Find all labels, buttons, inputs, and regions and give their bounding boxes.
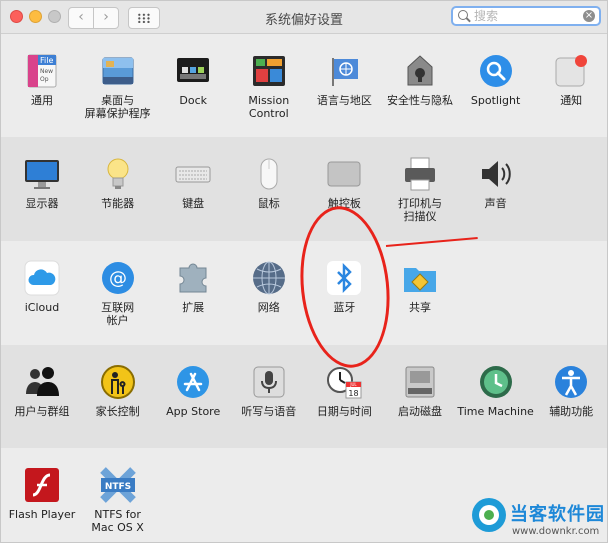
pref-label: App Store <box>166 405 221 418</box>
language-region-icon <box>326 53 362 89</box>
icloud-icon <box>24 260 60 296</box>
watermark: 当客软件园 www.downkr.com <box>468 496 608 543</box>
general-icon: File New Op <box>24 53 60 89</box>
watermark-text: 当客软件园 <box>510 504 605 525</box>
desktop-screensaver-icon <box>100 53 136 89</box>
preference-row-personal: File New Op 通用 桌面与 屏幕保护程序 Dock Mission Con… <box>1 34 607 137</box>
title-bar: ‹ › 系统偏好设置 × <box>1 1 607 34</box>
search-field[interactable]: × <box>451 6 601 26</box>
spotlight-icon <box>478 53 514 89</box>
pref-label: 桌面与 屏幕保护程序 <box>84 94 151 120</box>
pref-label: 节能器 <box>101 197 135 210</box>
time-machine-icon <box>478 364 514 400</box>
pref-label: 日期与时间 <box>316 405 372 418</box>
pref-label: 声音 <box>484 197 507 210</box>
pref-label: 显示器 <box>25 197 59 210</box>
clear-search-icon[interactable]: × <box>583 10 595 22</box>
ntfs-icon: NTFS <box>99 467 136 503</box>
watermark-logo-icon <box>472 498 506 532</box>
pref-label: 通知 <box>560 94 583 107</box>
svg-text:File: File <box>40 56 53 65</box>
date-time-icon: JUL 18 <box>326 364 362 400</box>
security-privacy-icon <box>402 53 438 89</box>
sharing-icon <box>402 260 438 296</box>
watermark-url: www.downkr.com <box>512 526 600 537</box>
svg-text:JUL: JUL <box>350 382 358 387</box>
pref-label: iCloud <box>24 301 60 314</box>
pref-label: 互联网 帐户 <box>101 301 135 327</box>
printers-scanners-icon <box>402 156 438 192</box>
mouse-icon <box>251 156 287 192</box>
pref-label: NTFS for Mac OS X <box>91 508 144 534</box>
pref-label: 安全性与隐私 <box>387 94 453 107</box>
pref-label: 用户与群组 <box>14 405 70 418</box>
search-icon <box>458 10 468 20</box>
svg-text:18: 18 <box>349 389 359 398</box>
svg-text:NTFS: NTFS <box>104 482 130 492</box>
mission-control-icon <box>251 53 287 89</box>
users-groups-icon <box>24 364 60 400</box>
network-icon <box>251 260 287 296</box>
displays-icon <box>24 156 60 192</box>
svg-text:@: @ <box>109 268 127 289</box>
app-store-icon <box>175 364 211 400</box>
pref-label: Flash Player <box>8 508 76 521</box>
preference-row-hardware: 显示器 节能器 键盘 鼠标 触控板 打印机与 扫描仪 声音 <box>1 137 607 241</box>
pref-label: 打印机与 扫描仪 <box>398 197 442 223</box>
pref-label: 语言与地区 <box>316 94 372 107</box>
keyboard-icon <box>175 156 211 192</box>
pref-label: 通用 <box>31 94 53 107</box>
pref-label: Mission Control <box>248 94 290 120</box>
pref-label: Time Machine <box>457 405 534 418</box>
extensions-icon <box>175 260 211 296</box>
internet-accounts-icon: @ <box>100 260 136 296</box>
parental-controls-icon <box>100 364 136 400</box>
trackpad-icon <box>326 156 362 192</box>
pref-label: 网络 <box>257 301 280 314</box>
pref-label: 键盘 <box>182 197 205 210</box>
pref-label: 扩展 <box>182 301 205 314</box>
pref-label: Dock <box>179 94 207 107</box>
pref-label: 启动磁盘 <box>398 405 442 418</box>
system-preferences-window: ‹ › 系统偏好设置 × File NewOp 通用 桌面与 屏幕保护程序 Doc… <box>0 0 608 543</box>
accessibility-icon <box>553 364 589 400</box>
search-input[interactable] <box>474 8 582 24</box>
svg-text:New: New <box>40 68 53 75</box>
startup-disk-icon <box>402 364 438 400</box>
pref-label: 共享 <box>409 301 431 314</box>
dock-icon <box>175 53 211 89</box>
pref-label: 辅助功能 <box>549 405 594 418</box>
svg-text:Op: Op <box>40 76 49 83</box>
preference-row-system: 用户与群组 家长控制 App Store 听写与语音 JUL 18 日期与时间 启动… <box>1 345 607 448</box>
dictation-speech-icon <box>251 364 287 400</box>
pref-label: Spotlight <box>470 94 521 107</box>
pref-label: 家长控制 <box>95 405 140 418</box>
pref-label: 鼠标 <box>257 197 280 210</box>
sound-icon <box>478 156 514 192</box>
flash-player-icon <box>24 467 60 503</box>
notifications-icon <box>553 53 589 89</box>
pref-label: 听写与语音 <box>241 405 297 418</box>
energy-saver-icon <box>100 156 136 192</box>
